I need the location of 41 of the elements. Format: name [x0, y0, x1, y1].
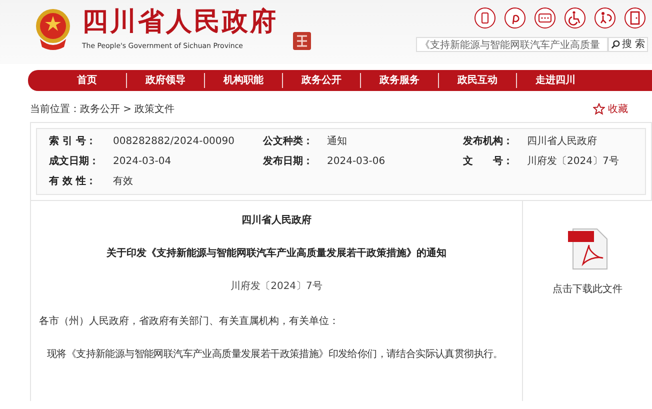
- search-button[interactable]: 搜 索: [608, 37, 648, 52]
- field-label: 公文种类：: [263, 135, 314, 148]
- wheelchair-icon[interactable]: [564, 7, 586, 29]
- nav-link[interactable]: 首页: [48, 73, 126, 88]
- nav-link[interactable]: 政务公开: [282, 73, 360, 88]
- chat-icon[interactable]: [534, 7, 556, 29]
- search-icon: [610, 40, 620, 49]
- nav-link[interactable]: 政民互动: [438, 73, 516, 88]
- star-icon: [593, 103, 605, 115]
- field-value: 有效: [113, 175, 133, 188]
- site-title: 四川省人民政府: [82, 7, 278, 37]
- field-label: 索 引 号：: [49, 135, 97, 148]
- field-value: 008282882/2024-00090: [113, 135, 234, 148]
- field-value: 2024-03-06: [327, 155, 386, 168]
- document-number: 川府发〔2024〕7号: [230, 280, 322, 294]
- field-label: 发布机构：: [463, 135, 514, 148]
- search-field[interactable]: 《支持新能源与智能网联汽车产业高质量: [416, 37, 608, 52]
- field-label: 有 效 性：: [49, 175, 97, 188]
- nav-link[interactable]: 政务服务: [360, 73, 438, 88]
- pdf-icon[interactable]: [566, 228, 608, 270]
- favorite-button[interactable]: 收藏: [593, 102, 628, 116]
- document-issuer: 四川省人民政府: [242, 213, 312, 228]
- field-label: 发布日期：: [263, 155, 314, 168]
- door-icon[interactable]: [624, 7, 646, 29]
- breadcrumb: 当前位置：政务公开 > 政策文件: [30, 102, 175, 116]
- field-value: 四川省人民政府: [527, 135, 597, 148]
- emblem-icon: [34, 7, 72, 51]
- nav-link[interactable]: 机构职能: [204, 73, 282, 88]
- download-link[interactable]: 点击下载此文件: [552, 282, 622, 297]
- field-value: 2024-03-04: [113, 155, 172, 168]
- phone-icon[interactable]: [474, 7, 496, 29]
- field-label: 文 号：: [463, 155, 514, 168]
- nav-link[interactable]: 政府领导: [126, 73, 204, 88]
- field-label: 成文日期：: [49, 155, 100, 168]
- field-value: 通知: [327, 135, 347, 148]
- document-title: 关于印发《支持新能源与智能网联汽车产业高质量发展若干政策措施》的通知: [106, 246, 446, 261]
- seal-icon: [292, 31, 312, 51]
- salutation: 各市（州）人民政府，省政府有关部门、有关直属机构，有关单位：: [39, 314, 339, 329]
- nav-link[interactable]: 走进四川: [516, 73, 594, 88]
- field-value: 川府发〔2024〕7号: [527, 155, 619, 168]
- body-paragraph: 现将《支持新能源与智能网联汽车产业高质量发展若干政策措施》印发给你们，请结合实际认真贯彻执行。: [47, 348, 503, 362]
